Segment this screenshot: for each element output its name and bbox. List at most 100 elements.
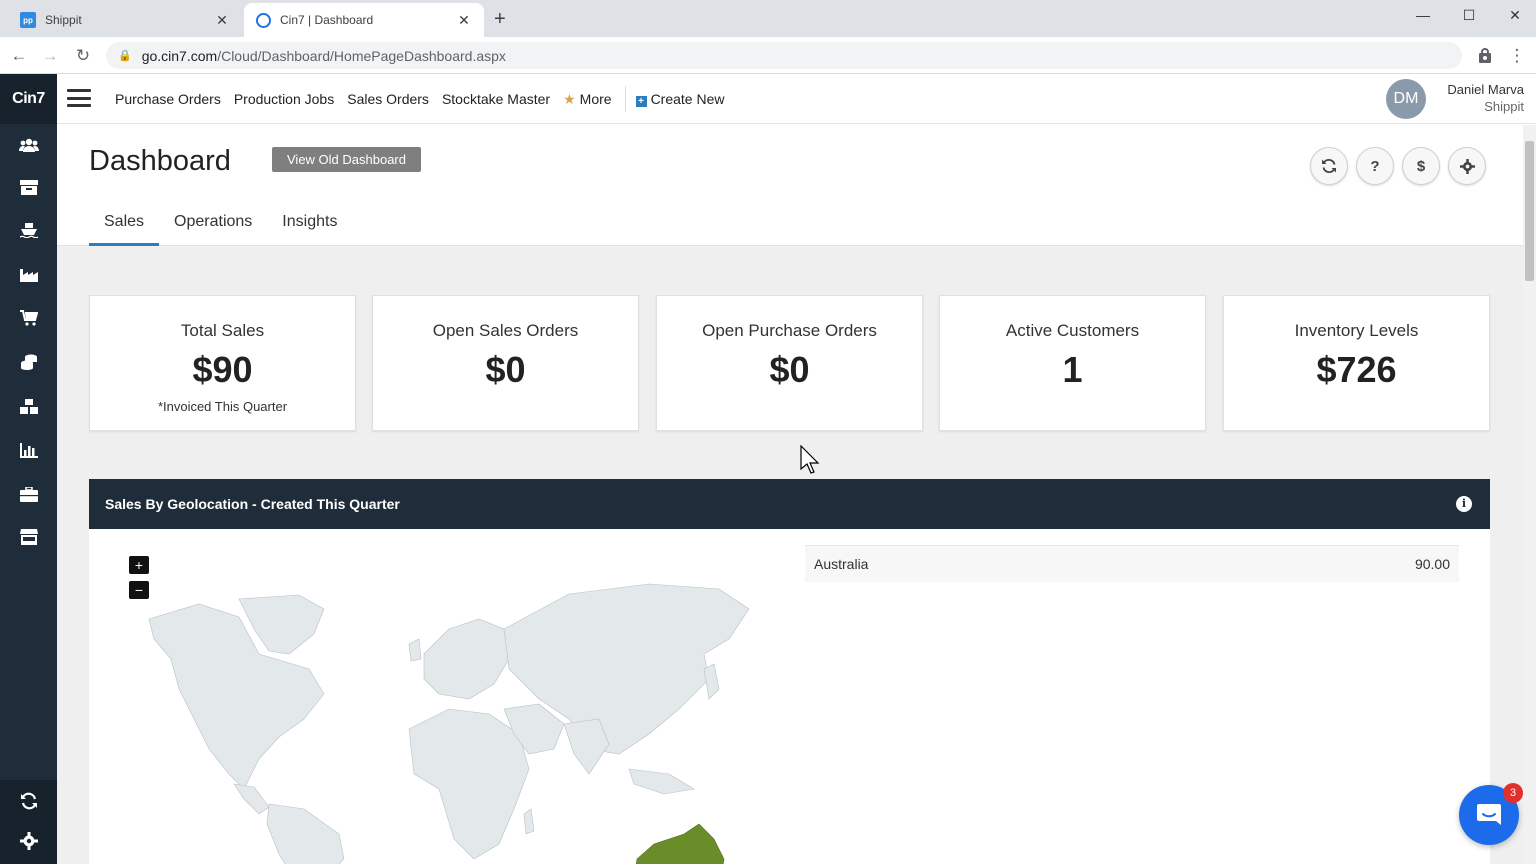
user-company: Shippit bbox=[1484, 99, 1524, 114]
page-scrollbar[interactable] bbox=[1523, 125, 1536, 864]
browser-tab-cin7[interactable]: Cin7 | Dashboard ✕ bbox=[244, 3, 484, 37]
kebab-menu-icon[interactable]: ⋮ bbox=[1505, 44, 1529, 68]
cart-icon[interactable] bbox=[0, 303, 57, 333]
reload-icon[interactable]: ↻ bbox=[71, 44, 95, 68]
question-icon: ? bbox=[1370, 157, 1380, 175]
window-close-icon[interactable]: ✕ bbox=[1492, 0, 1536, 30]
ship-icon[interactable] bbox=[0, 215, 57, 245]
inventory-box-icon[interactable] bbox=[0, 172, 57, 202]
kpi-active-customers[interactable]: Active Customers 1 bbox=[939, 295, 1206, 431]
dashboard-tabs: Sales Operations Insights bbox=[89, 205, 352, 246]
panel-header: Sales By Geolocation - Created This Quar… bbox=[89, 479, 1490, 529]
hamburger-menu-icon[interactable] bbox=[67, 89, 91, 107]
nav-more-label: More bbox=[579, 90, 612, 107]
briefcase-icon[interactable] bbox=[0, 479, 57, 509]
tab-sales[interactable]: Sales bbox=[89, 205, 160, 246]
kpi-label: Open Purchase Orders bbox=[702, 321, 877, 340]
tab-insights[interactable]: Insights bbox=[267, 205, 352, 246]
sales-geolocation-panel: Sales By Geolocation - Created This Quar… bbox=[89, 479, 1490, 864]
quick-links: Purchase Orders Production Jobs Sales Or… bbox=[115, 74, 737, 124]
kpi-inventory-levels[interactable]: Inventory Levels $726 bbox=[1223, 295, 1490, 431]
tab-title: Shippit bbox=[45, 13, 82, 27]
coins-icon[interactable] bbox=[0, 347, 57, 377]
map-region-europe bbox=[423, 618, 510, 700]
nav-sales-orders[interactable]: Sales Orders bbox=[347, 91, 429, 107]
map-region-madagascar bbox=[523, 808, 535, 835]
view-old-dashboard-button[interactable]: View Old Dashboard bbox=[272, 147, 421, 172]
create-new-label: Create New bbox=[650, 91, 725, 107]
kpi-open-purchase-orders[interactable]: Open Purchase Orders $0 bbox=[656, 295, 923, 431]
kpi-label: Active Customers bbox=[1005, 321, 1140, 340]
cin7-logo[interactable]: Cin7 bbox=[0, 74, 57, 124]
star-icon: ★ bbox=[563, 90, 576, 107]
kpi-label: Open Sales Orders bbox=[432, 321, 579, 340]
kpi-value: 1 bbox=[1062, 349, 1083, 390]
nav-production-jobs[interactable]: Production Jobs bbox=[234, 91, 334, 107]
dashboard-settings-button[interactable] bbox=[1448, 147, 1486, 185]
factory-icon[interactable] bbox=[0, 259, 57, 289]
geo-value: 90.00 bbox=[1414, 556, 1450, 572]
refresh-button[interactable] bbox=[1310, 147, 1348, 185]
url-input[interactable]: 🔒 go.cin7.com/Cloud/Dashboard/HomePageDa… bbox=[106, 42, 1462, 69]
minimize-icon[interactable]: — bbox=[1400, 0, 1446, 30]
help-button[interactable]: ? bbox=[1356, 147, 1394, 185]
map-region-southeast-asia bbox=[628, 768, 695, 795]
warehouse-boxes-icon[interactable] bbox=[0, 391, 57, 421]
app-sidebar: Cin7 bbox=[0, 74, 57, 864]
close-icon[interactable]: ✕ bbox=[214, 12, 230, 29]
tab-operations[interactable]: Operations bbox=[159, 205, 267, 246]
maximize-icon[interactable]: ☐ bbox=[1446, 0, 1492, 30]
user-info[interactable]: Daniel Marva Shippit bbox=[1447, 81, 1524, 115]
back-icon[interactable]: ← bbox=[7, 44, 31, 68]
url-host: go.cin7.com bbox=[141, 47, 218, 64]
scrollbar-thumb[interactable] bbox=[1525, 141, 1534, 281]
kpi-value: $90 bbox=[192, 349, 253, 390]
page-title: Dashboard bbox=[89, 145, 231, 177]
new-tab-icon[interactable]: + bbox=[494, 8, 506, 30]
plus-square-icon: + bbox=[635, 96, 647, 107]
kpi-open-sales-orders[interactable]: Open Sales Orders $0 bbox=[372, 295, 639, 431]
notification-badge: 3 bbox=[1503, 783, 1523, 803]
store-icon[interactable] bbox=[0, 522, 57, 552]
currency-button[interactable]: $ bbox=[1402, 147, 1440, 185]
world-map[interactable] bbox=[109, 559, 789, 864]
browser-tab-shippit[interactable]: pp Shippit ✕ bbox=[8, 3, 242, 37]
shippit-favicon: pp bbox=[20, 12, 36, 28]
nav-divider bbox=[624, 86, 626, 112]
info-icon[interactable]: i bbox=[1456, 496, 1472, 512]
avatar[interactable]: DM bbox=[1386, 79, 1426, 119]
geo-table-row: Australia 90.00 bbox=[805, 545, 1459, 582]
nav-purchase-orders[interactable]: Purchase Orders bbox=[115, 91, 221, 107]
panel-title: Sales By Geolocation - Created This Quar… bbox=[105, 496, 400, 512]
map-region-uk bbox=[408, 638, 422, 662]
kpi-value: $0 bbox=[769, 349, 810, 390]
create-new-button[interactable]: + Create New bbox=[635, 91, 725, 107]
sync-icon[interactable] bbox=[0, 786, 57, 816]
chat-launcher-button[interactable]: 3 bbox=[1459, 783, 1523, 845]
close-icon[interactable]: ✕ bbox=[456, 12, 472, 29]
main-content: Dashboard View Old Dashboard ? $ Sales O… bbox=[57, 125, 1523, 864]
reports-chart-icon[interactable] bbox=[0, 435, 57, 465]
kpi-note: *Invoiced This Quarter bbox=[157, 399, 288, 414]
forward-icon[interactable]: → bbox=[38, 44, 62, 68]
map-region-australia bbox=[635, 823, 725, 864]
mouse-cursor-icon bbox=[800, 445, 820, 474]
address-bar: ← → ↻ 🔒 go.cin7.com/Cloud/Dashboard/Home… bbox=[0, 37, 1536, 74]
dashboard-header: Dashboard View Old Dashboard ? $ Sales O… bbox=[57, 125, 1523, 246]
map-region-india bbox=[563, 718, 610, 775]
customers-icon[interactable] bbox=[0, 130, 57, 160]
url-path: /Cloud/Dashboard/HomePageDashboard.aspx bbox=[217, 47, 506, 64]
refresh-icon bbox=[1322, 159, 1336, 173]
kpi-label: Total Sales bbox=[180, 321, 265, 340]
cin7-favicon bbox=[256, 12, 271, 28]
dollar-icon: $ bbox=[1416, 157, 1426, 175]
nav-more[interactable]: ★ More bbox=[563, 91, 611, 108]
nav-stocktake-master[interactable]: Stocktake Master bbox=[442, 91, 550, 107]
tab-title: Cin7 | Dashboard bbox=[280, 13, 374, 27]
profile-icon[interactable] bbox=[1473, 44, 1497, 68]
user-name: Daniel Marva bbox=[1447, 82, 1524, 97]
kpi-total-sales[interactable]: Total Sales $90 *Invoiced This Quarter bbox=[89, 295, 356, 431]
settings-gear-icon[interactable] bbox=[0, 826, 57, 856]
sidebar-footer bbox=[0, 780, 57, 864]
browser-tab-bar: pp Shippit ✕ Cin7 | Dashboard ✕ + — ☐ ✕ bbox=[0, 0, 1536, 37]
